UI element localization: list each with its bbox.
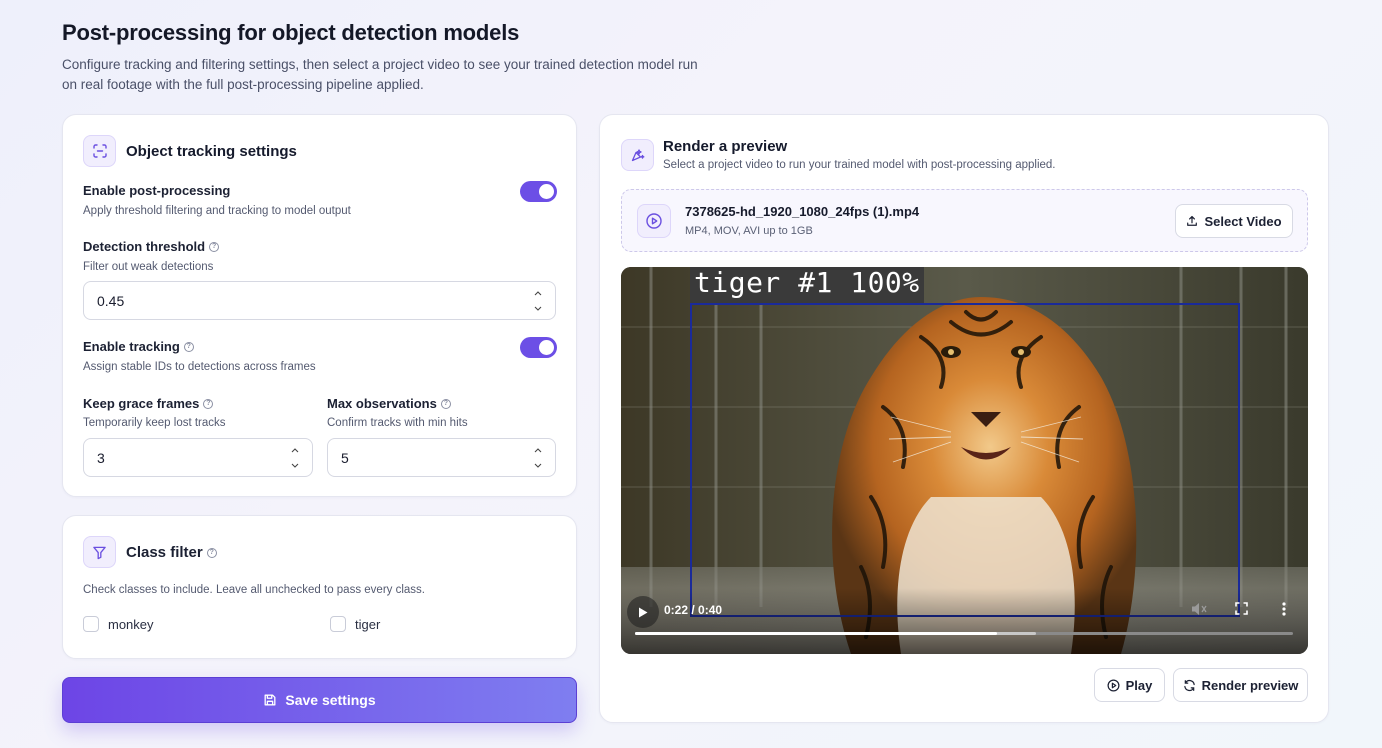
video-progress-track[interactable] bbox=[635, 632, 1293, 635]
play-button[interactable]: Play bbox=[1094, 668, 1165, 702]
detection-threshold-text: Detection threshold bbox=[83, 239, 206, 254]
play-icon bbox=[639, 607, 648, 617]
enable-post-processing-hint: Apply threshold filtering and tracking t… bbox=[83, 205, 351, 217]
chevron-up-icon bbox=[534, 291, 542, 296]
play-button-label: Play bbox=[1125, 677, 1153, 693]
video-play-button[interactable] bbox=[627, 596, 659, 628]
fullscreen-icon[interactable] bbox=[1235, 602, 1248, 615]
select-video-button[interactable]: Select Video bbox=[1175, 204, 1293, 238]
keep-grace-frames-label: Keep grace frames ? bbox=[83, 396, 214, 411]
class-label-monkey: monkey bbox=[108, 617, 154, 632]
render-preview-label: Render preview bbox=[1201, 677, 1299, 693]
toggle-knob bbox=[539, 340, 554, 355]
chevron-up-icon bbox=[534, 448, 542, 453]
stepper[interactable] bbox=[533, 448, 543, 468]
keep-grace-frames-hint: Temporarily keep lost tracks bbox=[83, 417, 226, 429]
class-filter-title: Class filter bbox=[126, 544, 203, 561]
keep-grace-frames-value: 3 bbox=[97, 449, 105, 466]
class-filter-card: Class filter ? Check classes to include.… bbox=[62, 515, 577, 659]
more-options-icon[interactable] bbox=[1282, 602, 1286, 616]
max-observations-input[interactable]: 5 bbox=[327, 438, 556, 477]
play-circle-icon bbox=[637, 204, 671, 238]
upload-icon bbox=[1187, 215, 1198, 226]
filter-icon bbox=[83, 536, 116, 568]
render-preview-button[interactable]: Render preview bbox=[1173, 668, 1308, 702]
enable-tracking-toggle[interactable] bbox=[520, 337, 557, 358]
save-settings-label: Save settings bbox=[285, 692, 376, 708]
preview-card-title: Render a preview bbox=[663, 138, 788, 155]
chevron-down-icon bbox=[534, 463, 542, 468]
chevron-up-icon bbox=[291, 448, 299, 453]
save-icon bbox=[264, 694, 276, 706]
class-label-tiger: tiger bbox=[355, 617, 381, 632]
volume-icon[interactable] bbox=[1191, 602, 1207, 616]
detection-threshold-value: 0.45 bbox=[97, 292, 125, 309]
page-header: Post-processing for object detection mod… bbox=[62, 18, 742, 95]
max-observations-value: 5 bbox=[341, 449, 349, 466]
enable-post-processing-text: Enable post-processing bbox=[83, 183, 231, 198]
help-icon[interactable]: ? bbox=[203, 398, 214, 409]
enable-post-processing-label: Enable post-processing bbox=[83, 183, 230, 198]
help-icon[interactable]: ? bbox=[183, 341, 194, 352]
video-player[interactable]: tiger #1 100% 0:22 / 0:40 bbox=[621, 267, 1308, 654]
keep-grace-frames-input[interactable]: 3 bbox=[83, 438, 313, 477]
enable-post-processing-toggle[interactable] bbox=[520, 181, 557, 202]
class-filter-title-row: Class filter ? bbox=[126, 544, 217, 561]
save-settings-button[interactable]: Save settings bbox=[62, 677, 577, 723]
refresh-icon bbox=[1183, 679, 1195, 691]
max-observations-text: Max observations bbox=[327, 396, 437, 411]
help-icon[interactable]: ? bbox=[440, 398, 451, 409]
play-circle-icon bbox=[1107, 679, 1120, 691]
enable-tracking-label: Enable tracking ? bbox=[83, 339, 194, 354]
video-progress-fill bbox=[635, 632, 997, 635]
video-controls-overlay bbox=[621, 588, 1308, 654]
render-preview-card: Render a preview Select a project video … bbox=[599, 114, 1329, 723]
sparkles-icon bbox=[621, 139, 654, 171]
keep-grace-frames-text: Keep grace frames bbox=[83, 396, 200, 411]
class-filter-hint: Check classes to include. Leave all unch… bbox=[83, 584, 425, 596]
class-checkbox-monkey[interactable] bbox=[83, 616, 99, 632]
detection-threshold-hint: Filter out weak detections bbox=[83, 261, 214, 273]
preview-card-subtitle: Select a project video to run your train… bbox=[663, 159, 1056, 171]
scan-icon bbox=[83, 135, 116, 167]
help-icon[interactable]: ? bbox=[209, 241, 220, 252]
stepper[interactable] bbox=[290, 448, 300, 468]
help-icon[interactable]: ? bbox=[206, 547, 217, 558]
max-observations-label: Max observations ? bbox=[327, 396, 451, 411]
stepper[interactable] bbox=[533, 291, 543, 311]
enable-tracking-text: Enable tracking bbox=[83, 339, 180, 354]
detection-label: tiger #1 100% bbox=[690, 267, 924, 303]
class-checkbox-tiger[interactable] bbox=[330, 616, 346, 632]
select-video-label: Select Video bbox=[1204, 213, 1282, 229]
page-title: Post-processing for object detection mod… bbox=[62, 20, 520, 45]
tracking-card-title: Object tracking settings bbox=[126, 143, 297, 160]
chevron-down-icon bbox=[291, 463, 299, 468]
toggle-knob bbox=[539, 184, 554, 199]
detection-threshold-label: Detection threshold ? bbox=[83, 239, 220, 254]
enable-tracking-hint: Assign stable IDs to detections across f… bbox=[83, 361, 316, 373]
file-format-hint: MP4, MOV, AVI up to 1GB bbox=[685, 225, 813, 237]
detection-bounding-box bbox=[690, 303, 1240, 617]
video-time: 0:22 / 0:40 bbox=[664, 603, 723, 617]
tracking-settings-card: Object tracking settings Enable post-pro… bbox=[62, 114, 577, 497]
detection-threshold-input[interactable]: 0.45 bbox=[83, 281, 556, 320]
video-file-dropzone[interactable]: 7378625-hd_1920_1080_24fps (1).mp4 MP4, … bbox=[621, 189, 1308, 252]
selected-file-name: 7378625-hd_1920_1080_24fps (1).mp4 bbox=[685, 204, 920, 219]
chevron-down-icon bbox=[534, 306, 542, 311]
max-observations-hint: Confirm tracks with min hits bbox=[327, 417, 468, 429]
page-subtitle: Configure tracking and filtering setting… bbox=[62, 57, 698, 92]
